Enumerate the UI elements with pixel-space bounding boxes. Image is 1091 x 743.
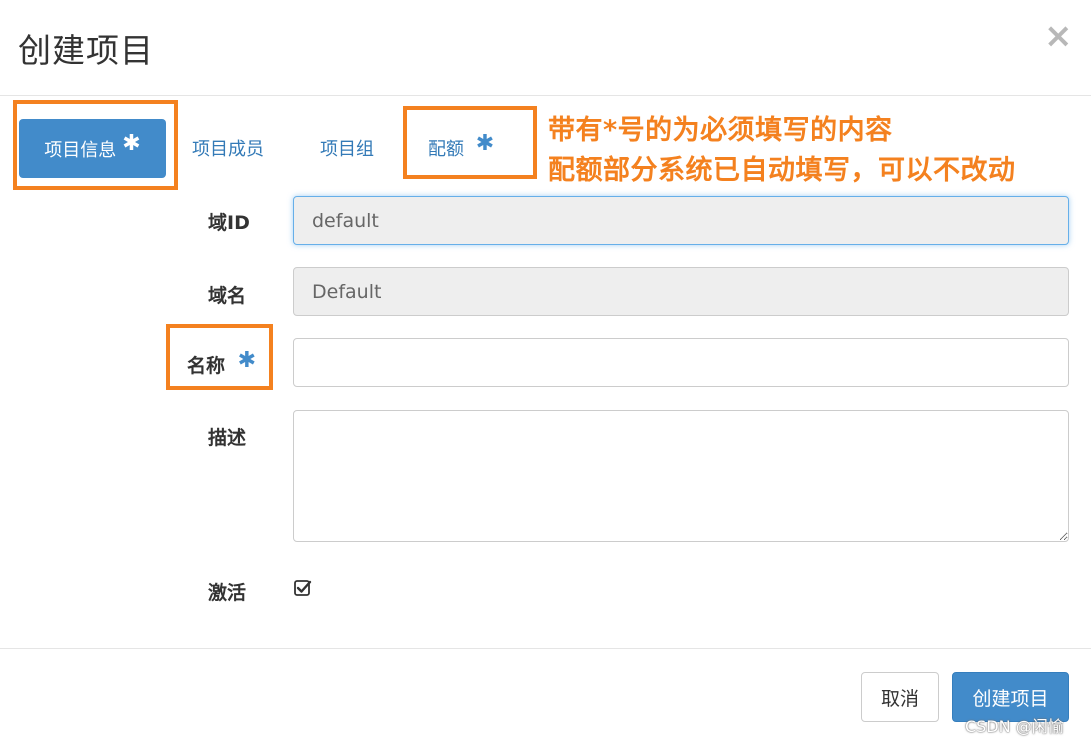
- modal-header: 创建项目 ×: [0, 0, 1091, 96]
- domain-name-input[interactable]: [293, 267, 1069, 316]
- annotation-line-2: 配额部分系统已自动填写，可以不改动: [548, 155, 1016, 186]
- modal-title: 创建项目: [18, 31, 154, 70]
- name-label-text: 名称: [187, 355, 226, 377]
- checkbox-checked-icon: [294, 580, 312, 596]
- tab-label: 项目成员: [192, 139, 264, 160]
- enabled-label: 激活: [208, 582, 247, 604]
- description-textarea[interactable]: [293, 410, 1069, 542]
- domain-name-label: 域名: [208, 285, 247, 307]
- enabled-checkbox[interactable]: [293, 578, 313, 598]
- tab-label: 项目组: [320, 139, 374, 160]
- tab-project-members[interactable]: 项目成员: [192, 135, 264, 161]
- description-label: 描述: [208, 427, 247, 449]
- highlight-box-project-info-tab: [13, 100, 178, 190]
- close-icon[interactable]: ×: [1044, 19, 1073, 53]
- watermark: CSDN @闲愉: [965, 717, 1064, 736]
- domain-id-input[interactable]: [293, 196, 1069, 245]
- name-label: 名称 ✱: [187, 348, 257, 378]
- annotation-line-1: 带有*号的为必须填写的内容: [548, 115, 893, 146]
- domain-id-label: 域ID: [208, 212, 250, 234]
- tab-project-groups[interactable]: 项目组: [320, 135, 374, 161]
- highlight-box-quota-tab: [403, 106, 537, 179]
- name-input[interactable]: [293, 338, 1069, 387]
- cancel-button[interactable]: 取消: [861, 672, 939, 722]
- required-asterisk-icon: ✱: [237, 348, 257, 373]
